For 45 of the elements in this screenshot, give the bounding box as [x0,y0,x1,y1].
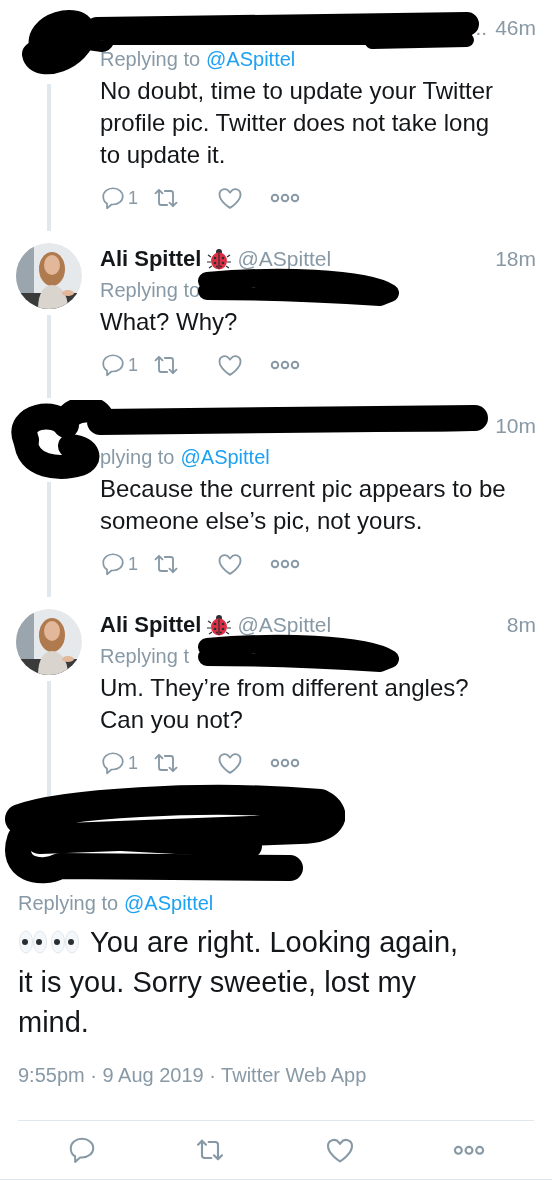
mention-link[interactable]: @ASpittel [206,48,296,70]
comment-icon[interactable] [100,185,126,211]
ladybug-icon [207,247,232,271]
tweet-timestamp: 9:55pm · 9 Aug 2019 · Twitter Web App [18,1063,368,1088]
tweet-text: No doubt, time to update your Twitter profile pic. Twitter does not take long to update it. [100,76,495,170]
reply-count: 1 [128,186,138,210]
tweet[interactable]: Ali Spittel @ASpittel 8m Replying t Um. They’re from different angles? Can you not? 1 [0,597,552,796]
tweet[interactable]: Ali Spittel @ASpittel 18m Replying to What? Why? 1 [0,231,552,398]
replying-label: Replying to [18,892,119,914]
comment-icon[interactable] [100,750,126,776]
replying-label: Replying t [100,645,189,667]
truncation-dots: .. [475,15,488,41]
tweet-time[interactable]: 8m [506,609,536,641]
tweet-text: What? Why? [100,307,239,337]
more-icon[interactable] [270,758,300,768]
replying-label: Replying to [100,48,201,70]
comment-icon[interactable] [100,551,126,577]
more-icon[interactable] [453,1144,486,1156]
tweet[interactable]: 10m plying to @ASpittel Because the current pic appears to be someone else’s pic, not yours. 1 [0,398,552,597]
author-name[interactable]: Ali Spittel [100,609,202,641]
tweet-text: it is you. Sorry sweetie, lost my mind. [18,965,418,1040]
comment-icon[interactable] [100,352,126,378]
tweet-text: Because the current pic appears to be someone else’s pic, not yours. [100,474,507,536]
reply-count: 1 [128,353,138,377]
author-name[interactable]: Ali Spittel [100,243,202,275]
tweet-time[interactable]: 18m [495,243,536,275]
more-icon[interactable] [270,559,300,569]
reply-count: 1 [128,751,138,775]
eyes-icon [18,929,48,955]
eyes-icon [50,929,80,955]
author-handle[interactable]: @ASpittel [237,243,332,275]
tweet-text: Um. They’re from different angles? Can you not? [100,673,470,735]
replying-label: plying to [100,446,175,468]
tweet-time[interactable]: 46m [495,12,536,44]
mention-link[interactable]: @ASpittel [124,892,214,914]
tweet-time[interactable]: 10m [495,410,536,442]
tweet-text: You are right. Looking again, [90,925,459,960]
ladybug-icon [207,613,232,637]
author-handle[interactable]: @ASpittel [237,609,332,641]
replying-label: Replying to [100,279,201,301]
more-icon[interactable] [270,360,300,370]
mention-link[interactable]: @ASpittel [180,446,270,468]
tweet[interactable]: .. 46m Replying to @ASpittel No doubt, time to update your Twitter profile pic. Twitter does not take long to update it. 1 [0,0,552,231]
more-icon[interactable] [270,193,300,203]
reply-count: 1 [128,552,138,576]
